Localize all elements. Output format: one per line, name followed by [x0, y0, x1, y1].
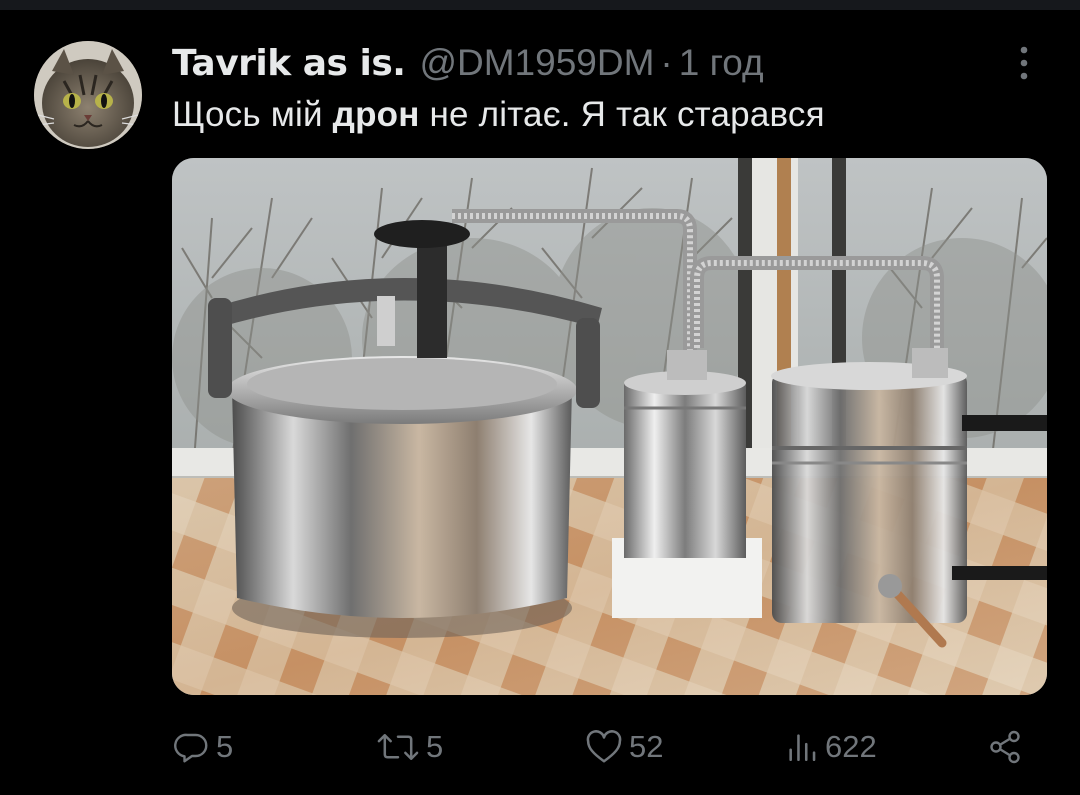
- reply-count: 5: [216, 729, 234, 764]
- more-vertical-icon: [1020, 46, 1028, 80]
- avatar[interactable]: [34, 41, 142, 149]
- top-divider: [0, 0, 1080, 10]
- tweet-media-photo[interactable]: [172, 158, 1047, 695]
- tweet-text-bold: дрон: [332, 95, 420, 134]
- share-button[interactable]: [986, 722, 1024, 772]
- tweet-text: Щось мій дрон не літає. Я так старався: [172, 95, 825, 135]
- user-handle[interactable]: @DM1959DM: [419, 42, 654, 84]
- like-count: 52: [629, 729, 664, 764]
- retweet-icon: [377, 734, 419, 760]
- tweet-actions: 5 5 52 622: [0, 722, 1080, 772]
- tweet-header: Tavrik as is. @DM1959DM · 1 год: [172, 38, 764, 88]
- retweet-count: 5: [426, 729, 444, 764]
- like-button[interactable]: 52: [585, 722, 663, 772]
- timestamp[interactable]: 1 год: [679, 42, 764, 84]
- share-icon: [990, 730, 1020, 764]
- photo-illustration: [172, 158, 1047, 695]
- cat-avatar-icon: [34, 41, 142, 149]
- tweet-text-before: Щось мій: [172, 95, 333, 134]
- display-name[interactable]: Tavrik as is.: [172, 43, 406, 84]
- retweet-button[interactable]: 5: [376, 722, 443, 772]
- views-button[interactable]: 622: [785, 722, 877, 772]
- tweet-text-after: не літає. Я так старався: [419, 95, 825, 134]
- heart-icon: [586, 730, 622, 763]
- views-chart-icon: [789, 734, 816, 762]
- separator-dot: ·: [660, 42, 673, 83]
- reply-button[interactable]: 5: [174, 722, 233, 772]
- more-button[interactable]: [1003, 42, 1045, 84]
- reply-icon: [174, 733, 208, 763]
- views-count: 622: [825, 729, 877, 764]
